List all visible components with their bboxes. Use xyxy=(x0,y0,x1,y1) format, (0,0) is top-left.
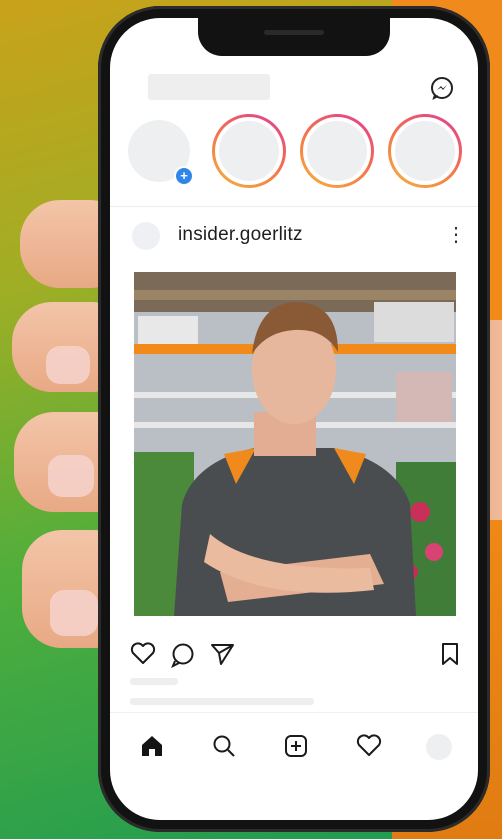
caption-placeholder xyxy=(130,698,314,705)
comment-icon[interactable] xyxy=(170,642,196,673)
app-logo-placeholder xyxy=(148,74,270,100)
story-avatar xyxy=(307,121,367,181)
post-photo[interactable] xyxy=(134,272,456,616)
activity-heart-icon[interactable] xyxy=(356,734,382,763)
search-icon[interactable] xyxy=(212,734,236,763)
more-options-icon[interactable]: ⋮ xyxy=(446,222,466,248)
speaker-grille xyxy=(264,30,324,35)
story-avatar xyxy=(219,121,279,181)
likes-placeholder xyxy=(130,678,178,685)
story-item[interactable] xyxy=(212,114,286,188)
stories-bar: + xyxy=(128,114,478,194)
like-heart-icon[interactable] xyxy=(130,642,156,671)
fingernail xyxy=(48,455,94,497)
send-icon[interactable] xyxy=(210,642,236,671)
profile-avatar[interactable] xyxy=(426,734,452,760)
phone-frame: + insider.goerlitz ⋮ xyxy=(98,6,490,832)
fingernail xyxy=(50,590,98,636)
bookmark-icon[interactable] xyxy=(440,642,460,671)
story-item[interactable] xyxy=(388,114,462,188)
phone-screen: + insider.goerlitz ⋮ xyxy=(110,18,478,820)
add-post-icon[interactable] xyxy=(284,734,308,763)
divider xyxy=(110,206,478,207)
story-item[interactable] xyxy=(300,114,374,188)
post-author-avatar[interactable] xyxy=(132,222,160,250)
messenger-icon[interactable] xyxy=(428,74,456,102)
story-avatar xyxy=(395,121,455,181)
add-story-icon[interactable]: + xyxy=(174,166,194,186)
fingernail xyxy=(46,346,90,384)
home-icon[interactable] xyxy=(140,734,164,763)
phone-notch xyxy=(198,18,390,56)
post-username[interactable]: insider.goerlitz xyxy=(178,224,303,246)
tab-bar-divider xyxy=(110,712,478,713)
